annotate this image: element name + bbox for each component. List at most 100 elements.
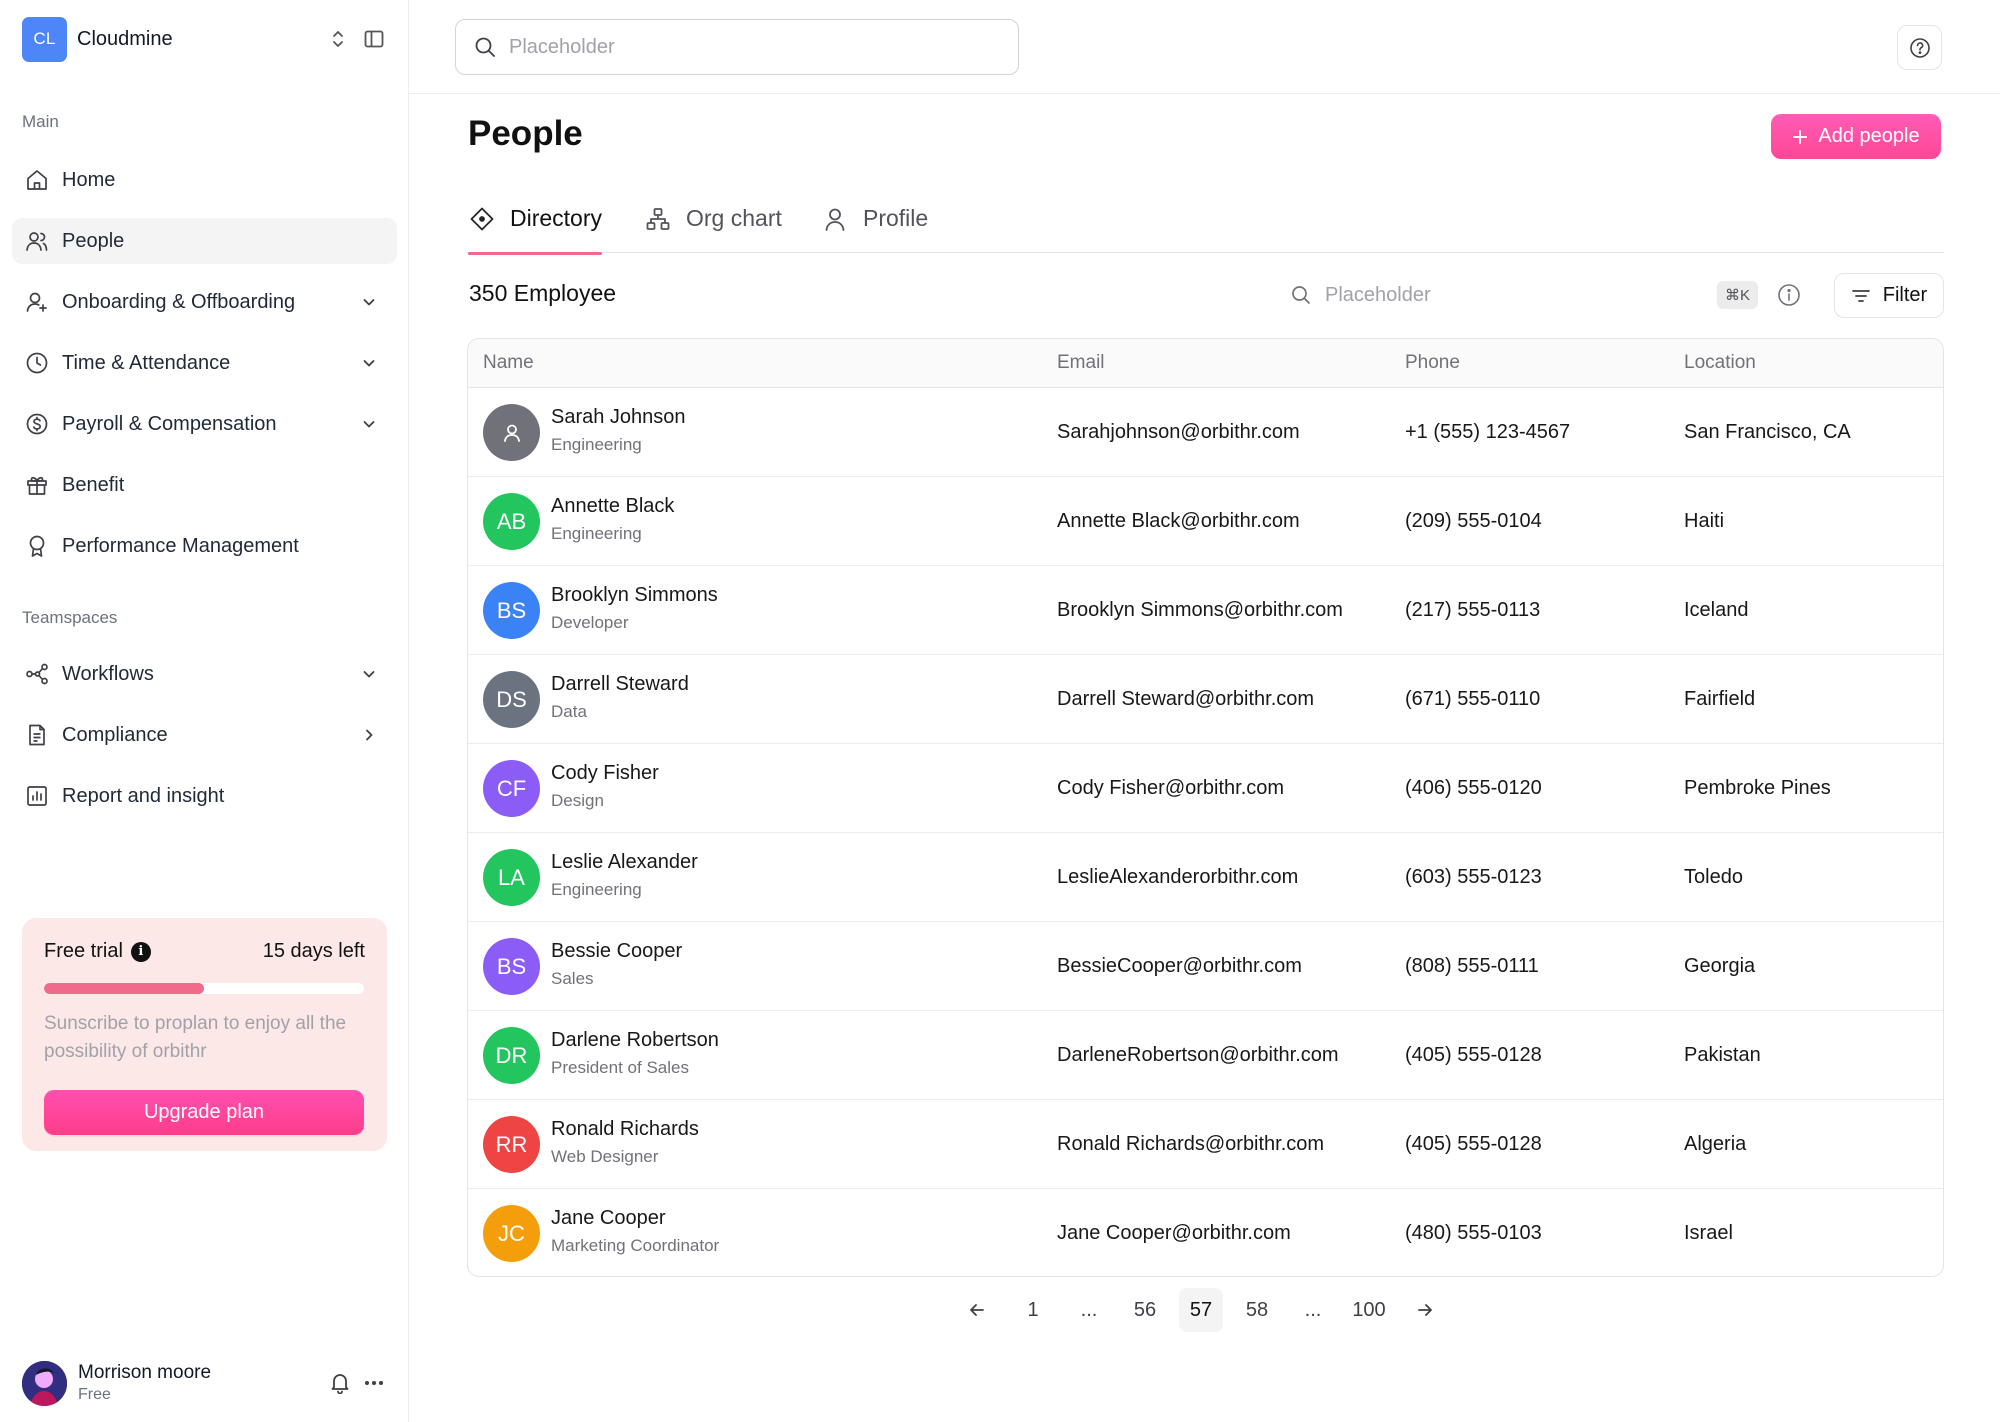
avatar: JC bbox=[483, 1205, 540, 1262]
avatar-initials: LA bbox=[498, 864, 525, 890]
person-cell: Cody Fisher Design bbox=[551, 762, 659, 811]
table-row[interactable]: BS Brooklyn Simmons Developer Brooklyn Simm… bbox=[468, 566, 1943, 655]
chevron-up-down-icon[interactable] bbox=[325, 26, 351, 52]
pagination: 1... 56 57 58... 100 bbox=[955, 1288, 1459, 1332]
column-header-name[interactable]: Name bbox=[483, 352, 534, 374]
table-row[interactable]: AB Annette Black Engineering Annette Black@… bbox=[468, 477, 1943, 566]
chevron-down-icon[interactable] bbox=[359, 414, 379, 434]
table-row[interactable]: CF Cody Fisher Design Cody Fisher@orbithr.c… bbox=[468, 744, 1943, 833]
page-button[interactable]: 57 bbox=[1179, 1288, 1223, 1332]
table-row[interactable]: BS Bessie Cooper Sales BessieCooper@orbithr… bbox=[468, 922, 1943, 1011]
sidebar-item-time-and-attendance[interactable]: Time & Attendance bbox=[12, 340, 397, 386]
employee-name[interactable]: Leslie Alexander bbox=[551, 851, 698, 874]
chevron-right-icon[interactable] bbox=[359, 725, 379, 745]
employee-name[interactable]: Brooklyn Simmons bbox=[551, 584, 718, 607]
pagination-ellipsis: ... bbox=[1304, 1298, 1322, 1321]
user-name: Morrison moore bbox=[78, 1362, 212, 1383]
page-button[interactable]: 58 bbox=[1235, 1288, 1279, 1332]
help-button[interactable] bbox=[1897, 25, 1942, 70]
table-row[interactable]: DS Darrell Steward Data Darrell Steward@orb… bbox=[468, 655, 1943, 744]
info-icon[interactable]: i bbox=[130, 941, 151, 962]
workspace-name: Cloudmine bbox=[77, 27, 173, 50]
add-people-button[interactable]: Add people bbox=[1771, 114, 1941, 159]
column-header-email[interactable]: Email bbox=[1057, 352, 1105, 374]
column-header-location[interactable]: Location bbox=[1684, 352, 1756, 374]
sidebar-item-people[interactable]: People bbox=[12, 218, 397, 264]
workspace-switcher[interactable]: CL Cloudmine bbox=[22, 16, 387, 62]
sidebar-toggle-icon[interactable] bbox=[361, 26, 387, 52]
page-button[interactable]: 1 bbox=[1011, 1288, 1055, 1332]
avatar: LA bbox=[483, 849, 540, 906]
tab-label: Profile bbox=[863, 205, 929, 231]
workspace-logo: CL bbox=[22, 16, 67, 62]
table-search-input[interactable] bbox=[1325, 283, 1625, 307]
sidebar-item-performance-management[interactable]: Performance Management bbox=[12, 523, 397, 569]
employee-email: LeslieAlexanderorbithr.com bbox=[1057, 866, 1299, 888]
tab-org-chart[interactable]: Org chart bbox=[644, 205, 782, 253]
free-trial-card: Free trial i 15 days left Sunscribe to p… bbox=[22, 918, 387, 1151]
avatar-initials: RR bbox=[495, 1131, 528, 1157]
employee-email: Cody Fisher@orbithr.com bbox=[1057, 777, 1285, 799]
employee-name[interactable]: Darlene Robertson bbox=[551, 1029, 719, 1052]
tab-directory[interactable]: Directory bbox=[468, 205, 603, 255]
sidebar-item-compliance[interactable]: Compliance bbox=[12, 712, 397, 758]
employee-name[interactable]: Cody Fisher bbox=[551, 762, 659, 785]
help-icon bbox=[1909, 37, 1930, 58]
employee-name[interactable]: Jane Cooper bbox=[551, 1207, 719, 1230]
employee-phone: +1 (555) 123-4567 bbox=[1405, 421, 1571, 443]
employee-location: Algeria bbox=[1684, 1133, 1747, 1155]
add-people-label: Add people bbox=[1818, 125, 1920, 147]
avatar: BS bbox=[483, 582, 540, 639]
employee-location: Toledo bbox=[1684, 866, 1743, 888]
chevron-down-icon[interactable] bbox=[359, 664, 379, 684]
employee-phone: (406) 555-0120 bbox=[1405, 777, 1542, 799]
employee-role: President of Sales bbox=[551, 1058, 689, 1077]
page-button[interactable]: 100 bbox=[1347, 1288, 1391, 1332]
user-profile[interactable]: Morrison moore Free bbox=[22, 1359, 387, 1407]
upgrade-plan-button[interactable]: Upgrade plan bbox=[44, 1090, 364, 1135]
table-row[interactable]: Sarah Johnson Engineering Sarahjohnson@orb… bbox=[468, 388, 1943, 477]
search-icon bbox=[473, 35, 497, 59]
sidebar-item-report-and-insight[interactable]: Report and insight bbox=[12, 773, 397, 819]
global-search[interactable] bbox=[455, 19, 1019, 75]
employee-phone: (209) 555-0104 bbox=[1405, 510, 1542, 532]
table-header: Name Email Phone Location bbox=[468, 339, 1943, 388]
table-row[interactable]: LA Leslie Alexander Engineering LeslieAlexa… bbox=[468, 833, 1943, 922]
search-input[interactable] bbox=[509, 35, 989, 59]
employee-name[interactable]: Darrell Steward bbox=[551, 673, 689, 696]
sidebar-item-workflows[interactable]: Workflows bbox=[12, 651, 397, 697]
employee-name[interactable]: Annette Black bbox=[551, 495, 674, 518]
column-header-phone[interactable]: Phone bbox=[1405, 352, 1460, 374]
arrow-left-icon[interactable] bbox=[955, 1288, 999, 1332]
tab-profile[interactable]: Profile bbox=[821, 205, 928, 253]
avatar: DR bbox=[483, 1027, 540, 1084]
trial-days-left: 15 days left bbox=[262, 940, 365, 962]
chevron-down-icon[interactable] bbox=[359, 292, 379, 312]
employee-phone: (405) 555-0128 bbox=[1405, 1133, 1542, 1155]
sidebar-item-onboarding-and-offboarding[interactable]: Onboarding & Offboarding bbox=[12, 279, 397, 325]
shortcut-badge: ⌘K bbox=[1717, 281, 1759, 309]
employee-location: Iceland bbox=[1684, 599, 1749, 621]
sidebar-item-payroll-and-compensation[interactable]: Payroll & Compensation bbox=[12, 401, 397, 447]
page-button[interactable]: 56 bbox=[1123, 1288, 1167, 1332]
table-row[interactable]: RR Ronald Richards Web Designer Ronald Rich… bbox=[468, 1100, 1943, 1189]
employee-name[interactable]: Ronald Richards bbox=[551, 1118, 699, 1141]
bell-icon[interactable] bbox=[327, 1370, 353, 1396]
arrow-right-icon[interactable] bbox=[1403, 1288, 1447, 1332]
table-search[interactable] bbox=[1290, 276, 1715, 314]
table-row[interactable]: DR Darlene Robertson President of Sales Dar… bbox=[468, 1011, 1943, 1100]
employee-email: DarleneRobertson@orbithr.com bbox=[1057, 1044, 1339, 1066]
employee-role: Developer bbox=[551, 613, 629, 632]
table-row[interactable]: JC Jane Cooper Marketing Coordinator Jane C… bbox=[468, 1189, 1943, 1276]
more-icon[interactable] bbox=[361, 1370, 387, 1396]
filter-button[interactable]: Filter bbox=[1834, 273, 1944, 318]
sidebar-item-benefit[interactable]: Benefit bbox=[12, 462, 397, 508]
info-icon[interactable] bbox=[1775, 281, 1803, 309]
employee-name[interactable]: Bessie Cooper bbox=[551, 940, 682, 963]
employee-name[interactable]: Sarah Johnson bbox=[551, 406, 686, 429]
person-cell: Leslie Alexander Engineering bbox=[551, 851, 698, 900]
sidebar-item-home[interactable]: Home bbox=[12, 157, 397, 203]
filter-label: Filter bbox=[1882, 284, 1928, 306]
chevron-down-icon[interactable] bbox=[359, 353, 379, 373]
tab-label: Org chart bbox=[686, 205, 782, 231]
